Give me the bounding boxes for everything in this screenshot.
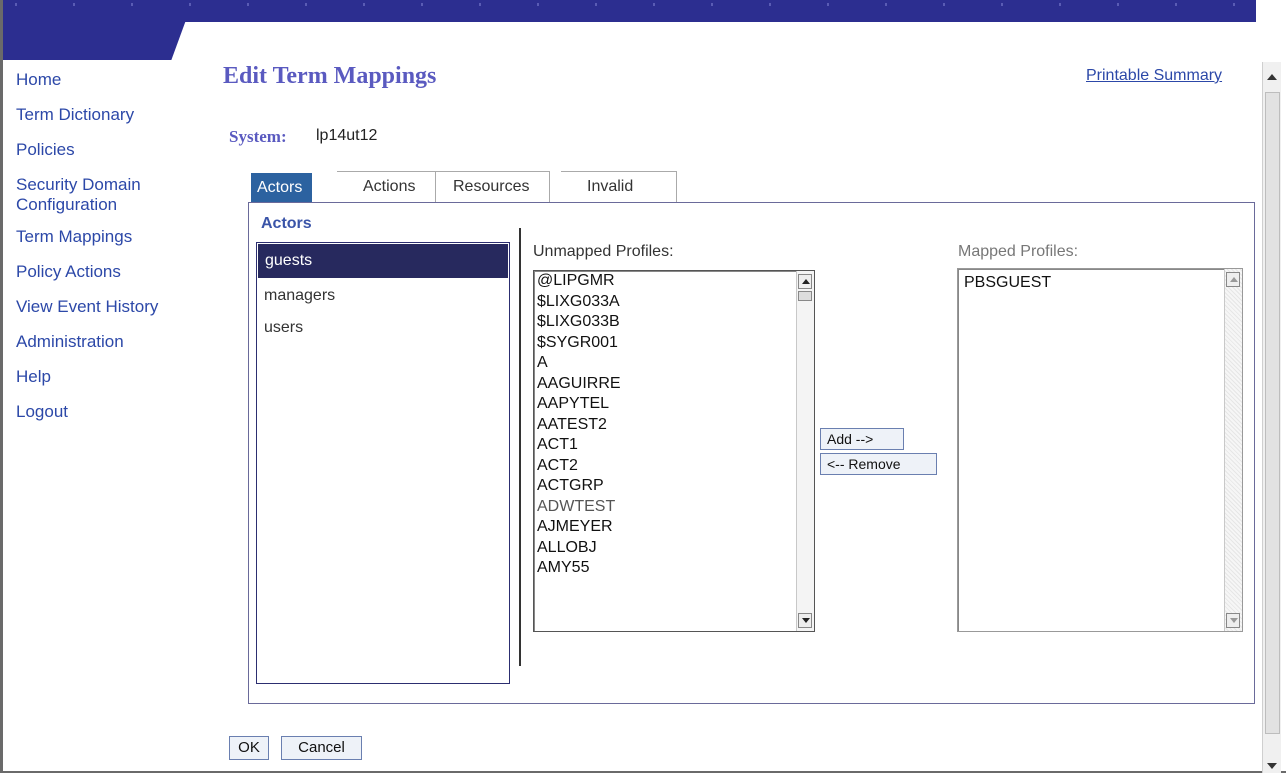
printable-summary-link[interactable]: Printable Summary [1086,67,1222,85]
left-navigation: Home Term Dictionary Policies Security D… [16,70,216,437]
unmapped-item[interactable]: AAPYTEL [534,394,814,415]
unmapped-scroll-thumb[interactable] [798,291,812,301]
mapped-item[interactable]: PBSGUEST [958,269,1242,294]
unmapped-scrollbar[interactable] [796,271,814,631]
nav-policy-actions[interactable]: Policy Actions [16,262,216,282]
mapped-profiles-label: Mapped Profiles: [958,243,1079,260]
unmapped-item[interactable]: ACTGRP [534,476,814,497]
unmapped-item[interactable]: AJMEYER [534,517,814,538]
page-scroll-thumb[interactable] [1265,92,1280,734]
unmapped-item[interactable]: ADWTEST [534,497,814,518]
actors-heading: Actors [261,215,312,232]
actor-item-guests[interactable]: guests [258,244,508,278]
unmapped-item[interactable]: ACT2 [534,456,814,477]
nav-security-domain-configuration[interactable]: Security Domain Configuration [16,175,216,215]
nav-view-event-history[interactable]: View Event History [16,297,216,317]
unmapped-item[interactable]: $LIXG033B [534,312,814,333]
unmapped-item[interactable]: @LIPGMR [534,271,814,292]
nav-help[interactable]: Help [16,367,216,387]
banner-tab [3,20,186,60]
nav-term-dictionary[interactable]: Term Dictionary [16,105,216,125]
nav-administration[interactable]: Administration [16,332,216,352]
top-banner [3,0,1256,22]
system-label: System: [229,127,287,146]
page-scrollbar[interactable] [1262,62,1281,773]
actor-item-managers[interactable]: managers [257,279,509,311]
scroll-up-icon[interactable] [1267,74,1277,80]
unmapped-item[interactable]: $SYGR001 [534,333,814,354]
mapped-scrollbar[interactable] [1224,269,1242,631]
system-value: lp14ut12 [316,127,378,144]
scroll-down-icon[interactable] [1267,763,1277,769]
remove-button[interactable]: <-- Remove [820,453,937,475]
nav-term-mappings[interactable]: Term Mappings [16,227,216,247]
unmapped-profiles-label: Unmapped Profiles: [533,243,674,260]
mapped-profiles-list[interactable]: PBSGUEST [957,268,1243,632]
scroll-down-icon[interactable] [1226,613,1240,628]
nav-policies[interactable]: Policies [16,140,216,160]
actor-item-users[interactable]: users [257,311,509,343]
scroll-down-icon[interactable] [798,613,812,628]
actors-list[interactable]: guests managers users [256,242,510,684]
unmapped-item[interactable]: AATEST2 [534,415,814,436]
ok-button[interactable]: OK [229,736,269,760]
unmapped-item[interactable]: AMY55 [534,558,814,579]
unmapped-profiles-list[interactable]: @LIPGMR $LIXG033A $LIXG033B $SYGR001 A A… [533,270,815,632]
unmapped-item[interactable]: A [534,353,814,374]
unmapped-item[interactable]: ALLOBJ [534,538,814,559]
tab-resources[interactable]: Resources [427,171,551,202]
tab-actions[interactable]: Actions [337,171,437,202]
scroll-up-icon[interactable] [1226,272,1240,287]
page-title: Edit Term Mappings [223,63,437,89]
divider [519,228,521,666]
nav-home[interactable]: Home [16,70,216,90]
tab-actors[interactable]: Actors [251,173,313,203]
banner-pattern [15,3,1255,6]
unmapped-item[interactable]: AAGUIRRE [534,374,814,395]
cancel-button[interactable]: Cancel [281,736,362,760]
scroll-up-icon[interactable] [798,274,812,289]
unmapped-item[interactable]: ACT1 [534,435,814,456]
tab-invalid-mappings[interactable]: Invalid Mappings [561,171,678,225]
nav-logout[interactable]: Logout [16,402,216,422]
add-button[interactable]: Add --> [820,428,904,450]
unmapped-item[interactable]: $LIXG033A [534,292,814,313]
